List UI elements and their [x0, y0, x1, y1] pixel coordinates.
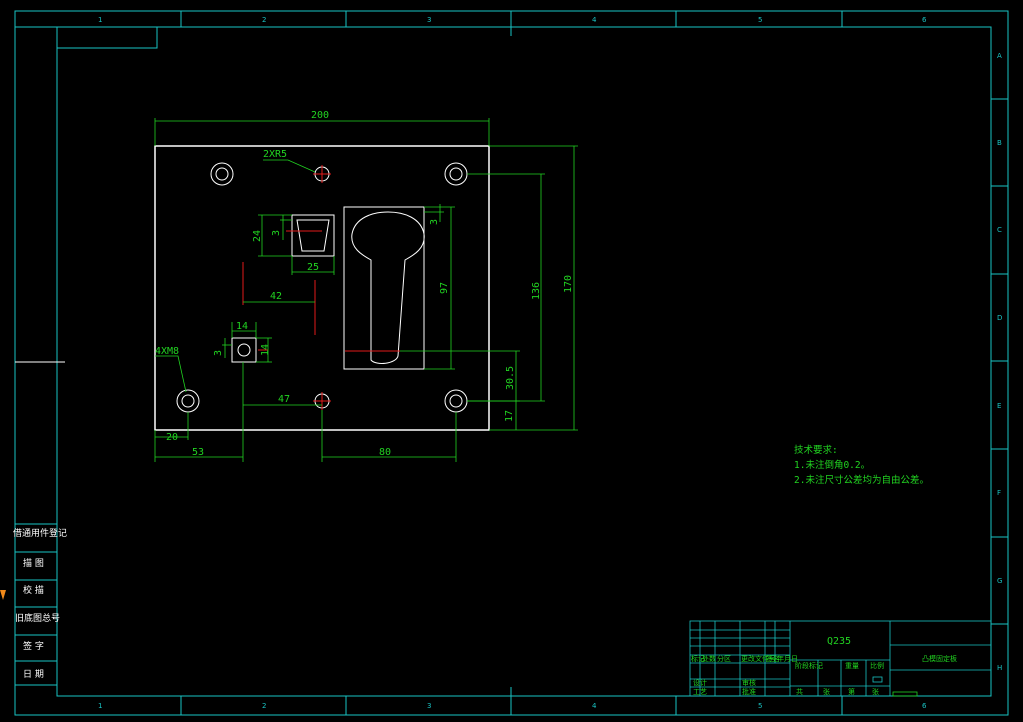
dim-3-keyhole-label: 3 [429, 219, 440, 225]
notes-title: 技术要求: [794, 444, 838, 456]
technical-notes: 技术要求: 1.未注倒角0.2。 2.未注尺寸公差均为自由公差。 [794, 444, 929, 486]
side-label-6: 日 期 [23, 669, 44, 680]
zone-col-6-bottom: 6 [922, 702, 927, 710]
corner-hole-top-left [210, 162, 234, 186]
centerlines [242, 230, 400, 352]
tb-review: 审核 [742, 678, 756, 687]
dim-80-label: 80 [379, 447, 391, 458]
scale-bar [892, 691, 918, 697]
dim-14-height-label: 14 [260, 344, 271, 356]
dim-3-square-label: 3 [213, 350, 224, 356]
zone-col-4-bottom: 4 [592, 702, 597, 710]
dim-24-label: 24 [252, 230, 263, 242]
callout-4xm8: 4XM8 [155, 346, 179, 357]
dim-3-trapezoid-label: 3 [271, 230, 282, 236]
tb-sheets-2: 张 [872, 687, 879, 696]
zone-col-2-bottom: 2 [262, 702, 266, 710]
dim-136-label: 136 [531, 282, 542, 300]
zone-row-b: B [997, 139, 1002, 147]
keyhole-cavity [343, 206, 425, 370]
tb-count: 处数 [702, 654, 716, 663]
corner-hole-bottom-right [444, 389, 468, 413]
zone-col-1-top: 1 [98, 16, 102, 24]
dim-200-label: 200 [311, 110, 329, 121]
tb-zone: 分区 [717, 654, 731, 663]
zone-col-6-top: 6 [922, 16, 927, 24]
tb-weight: 重量 [845, 662, 859, 670]
zone-col-2-top: 2 [262, 16, 266, 24]
dim-14-width-label: 14 [236, 321, 248, 332]
dim-25-label: 25 [307, 262, 319, 273]
part-name-label: 凸模固定板 [922, 654, 957, 663]
dimension-labels: 200 170 136 97 30.5 17 3 24 3 25 42 14 1… [155, 110, 574, 458]
notes-line-1: 1.未注倒角0.2。 [794, 459, 870, 471]
zone-row-h: H [997, 664, 1002, 672]
dim-97-label: 97 [439, 282, 450, 294]
zone-col-5-bottom: 5 [758, 702, 762, 710]
side-label-2: 描 图 [23, 557, 44, 569]
zone-col-3-bottom: 3 [427, 702, 431, 710]
side-label-1: 借通用件登记 [13, 527, 67, 539]
zone-col-3-top: 3 [427, 16, 431, 24]
zone-row-g: G [997, 577, 1002, 585]
insertion-marker-icon [0, 590, 6, 600]
dim-20-label: 20 [166, 432, 178, 443]
side-label-5: 签 字 [23, 640, 44, 652]
zone-col-4-top: 4 [592, 16, 597, 24]
trapezoid-cavity [291, 214, 335, 257]
corner-hole-top-right [444, 162, 468, 186]
drawing-frame [14, 10, 1009, 716]
zone-labels: 1 2 3 4 5 6 1 2 3 4 5 6 A B C D E F G H [98, 16, 1002, 710]
tb-design: 设计 [693, 678, 707, 687]
tb-sheets-1: 张 [823, 687, 830, 696]
tb-process: 工艺 [693, 688, 707, 696]
zone-row-d: D [997, 314, 1002, 322]
dim-53-label: 53 [192, 447, 204, 458]
side-panel-labels: 借通用件登记 描 图 校 描 旧底图总号 签 字 日 期 [13, 527, 67, 680]
tb-page: 第 [848, 687, 855, 696]
zone-row-f: F [997, 489, 1001, 497]
cad-drawing-canvas: 1 2 3 4 5 6 1 2 3 4 5 6 A B C D E F G H [0, 10, 1009, 716]
corner-hole-bottom-left [176, 389, 200, 413]
dim-170-label: 170 [563, 275, 574, 293]
zone-col-5-top: 5 [758, 16, 762, 24]
tb-total: 共 [796, 687, 803, 696]
callout-2xr5: 2XR5 [263, 149, 287, 160]
side-label-3: 校 描 [23, 584, 44, 596]
dim-47-label: 47 [278, 394, 290, 405]
zone-row-e: E [997, 402, 1001, 410]
dim-30-5-label: 30.5 [505, 366, 516, 390]
zone-col-1-bottom: 1 [98, 702, 102, 710]
side-label-4: 旧底图总号 [15, 612, 60, 624]
side-panel [14, 523, 58, 686]
inner-border [56, 26, 992, 697]
tb-scale: 比例 [870, 661, 884, 670]
tb-approve: 批准 [742, 687, 756, 696]
tb-stage-mark: 阶段标记 [795, 661, 823, 670]
zone-row-c: C [997, 226, 1002, 234]
dim-17-label: 17 [504, 410, 515, 422]
material-label: Q235 [827, 636, 851, 647]
small-square-cavity [231, 337, 257, 363]
notes-line-2: 2.未注尺寸公差均为自由公差。 [794, 474, 929, 486]
outer-border [14, 10, 1009, 716]
dim-42-label: 42 [270, 291, 282, 302]
zone-row-a: A [997, 52, 1002, 60]
